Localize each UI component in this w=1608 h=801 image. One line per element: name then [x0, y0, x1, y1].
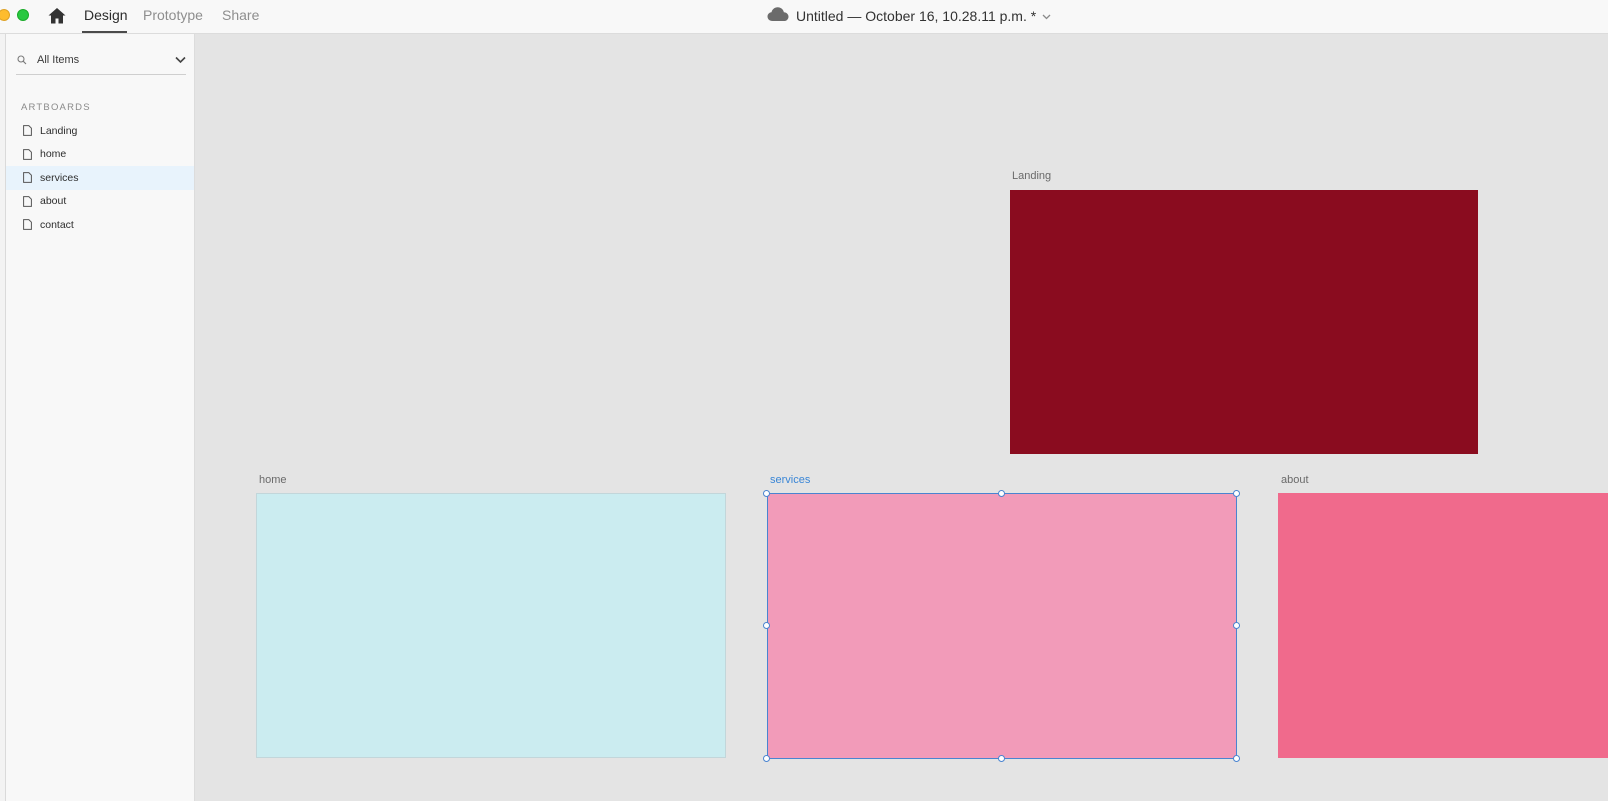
sidebar-item-services[interactable]: services: [6, 166, 194, 190]
minimize-window-button[interactable]: [0, 9, 10, 21]
artboard-label-landing[interactable]: Landing: [1012, 170, 1051, 182]
tab-design[interactable]: Design: [84, 7, 128, 24]
search-filter[interactable]: [16, 48, 186, 75]
top-bar: Design Prototype Share Untitled — Octobe…: [0, 0, 1608, 34]
sidebar-item-contact[interactable]: contact: [6, 213, 194, 237]
artboard-list: Landing home services about contact: [6, 119, 194, 237]
document-title: Untitled — October 16, 10.28.11 p.m. *: [796, 8, 1037, 24]
resize-handle-left[interactable]: [763, 622, 770, 629]
tab-share[interactable]: Share: [222, 7, 259, 24]
resize-handle-bottom-right[interactable]: [1233, 755, 1240, 762]
chevron-down-icon[interactable]: [1036, 7, 1051, 25]
sidebar-item-home[interactable]: home: [6, 143, 194, 167]
sidebar-item-landing[interactable]: Landing: [6, 119, 194, 143]
artboard-home[interactable]: [256, 493, 726, 758]
resize-handle-top-right[interactable]: [1233, 490, 1240, 497]
sidebar-item-label: services: [40, 171, 79, 184]
resize-handle-bottom-left[interactable]: [763, 755, 770, 762]
artboards-section-title: ARTBOARDS: [21, 102, 91, 113]
resize-handle-right[interactable]: [1233, 622, 1240, 629]
artboard-landing[interactable]: [1010, 190, 1478, 454]
sidebar-item-about[interactable]: about: [6, 190, 194, 214]
layers-panel: ARTBOARDS Landing home services about co…: [6, 34, 195, 801]
artboard-label-home[interactable]: home: [259, 474, 287, 486]
artboard-services[interactable]: [767, 493, 1237, 759]
artboard-label-services[interactable]: services: [770, 474, 810, 486]
resize-handle-bottom[interactable]: [998, 755, 1005, 762]
sidebar-item-label: contact: [40, 218, 74, 231]
sidebar-item-label: Landing: [40, 124, 78, 137]
cloud-icon: [767, 6, 796, 26]
sidebar-item-label: about: [40, 195, 67, 208]
document-title-menu[interactable]: Untitled — October 16, 10.28.11 p.m. *: [767, 6, 1051, 26]
search-input[interactable]: [37, 54, 157, 66]
resize-handle-top-left[interactable]: [763, 490, 770, 497]
maximize-window-button[interactable]: [17, 9, 29, 21]
tab-prototype[interactable]: Prototype: [143, 7, 203, 24]
artboard-about[interactable]: [1278, 493, 1608, 758]
resize-handle-top[interactable]: [998, 490, 1005, 497]
active-tab-indicator: [82, 31, 127, 33]
sidebar-item-label: home: [40, 148, 67, 161]
artboard-label-about[interactable]: about: [1281, 474, 1309, 486]
home-icon[interactable]: [47, 6, 67, 26]
